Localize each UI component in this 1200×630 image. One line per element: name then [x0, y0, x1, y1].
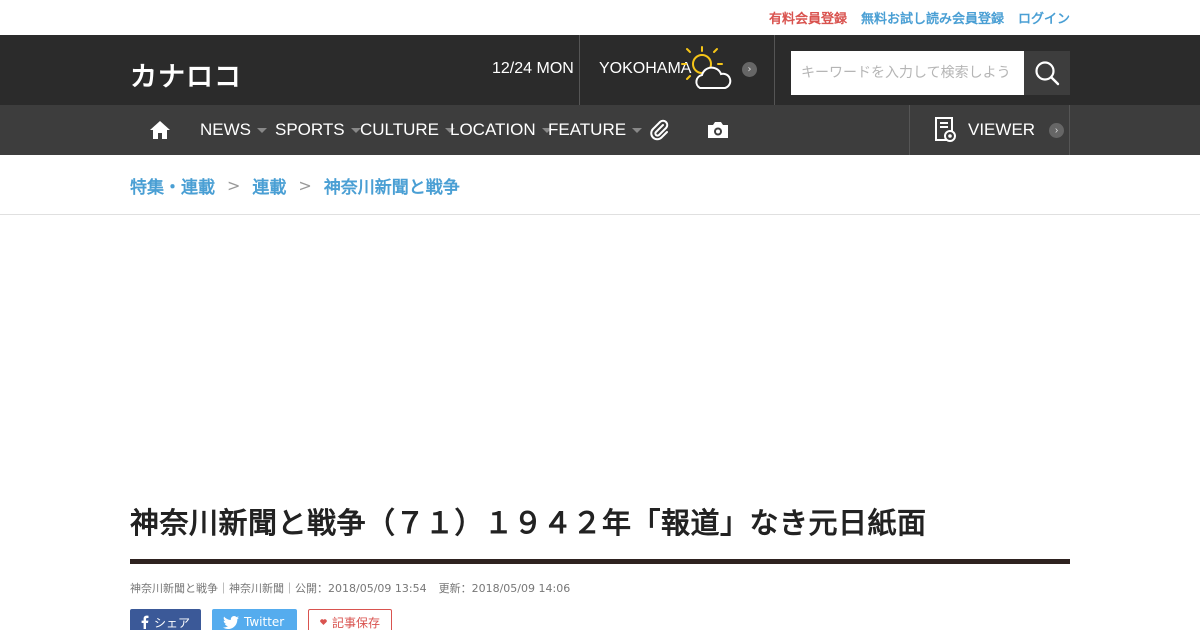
- article-meta: 神奈川新聞と戦争｜神奈川新聞｜公開：2018/05/09 13:54 更新：20…: [130, 580, 1070, 596]
- search-button[interactable]: [1024, 51, 1070, 95]
- search-input[interactable]: [791, 51, 1024, 95]
- twitter-bird-icon: [223, 615, 239, 629]
- header-divider: [579, 35, 580, 105]
- heart-icon: [320, 619, 327, 625]
- article-updated: 更新：2018/05/09 14:06: [438, 582, 571, 595]
- nav-location[interactable]: LOCATION: [450, 105, 552, 155]
- top-utility-bar: 有料会員登録 無料お試し読み会員登録 ログイン: [0, 0, 1200, 35]
- nav-sports-label: SPORTS: [275, 120, 345, 139]
- article-source: 神奈川新聞と戦争｜神奈川新聞｜公開：2018/05/09 13:54: [130, 582, 427, 595]
- paperclip-icon: [650, 119, 669, 141]
- search-icon: [1035, 61, 1060, 86]
- facebook-icon: [141, 615, 149, 629]
- title-divider: [130, 559, 1070, 564]
- clip-link[interactable]: [649, 105, 669, 155]
- article-header: 神奈川新聞と戦争（７１）１９４２年「報道」なき元日紙面 神奈川新聞と戦争｜神奈川…: [130, 505, 1070, 630]
- breadcrumb: 特集・連載 > 連載 > 神奈川新聞と戦争: [0, 155, 1200, 215]
- camera-icon: [708, 122, 728, 138]
- nav-feature-label: FEATURE: [548, 120, 627, 139]
- share-buttons: シェア Twitter 記事保存: [130, 609, 1070, 630]
- search-box: [791, 51, 1070, 95]
- viewer-label: VIEWER: [968, 120, 1036, 139]
- current-date: 12/24 MON: [492, 60, 574, 77]
- home-link[interactable]: [149, 105, 171, 155]
- breadcrumb-current[interactable]: 神奈川新聞と戦争: [324, 173, 460, 198]
- nav-sports[interactable]: SPORTS: [275, 105, 361, 155]
- nav-feature[interactable]: FEATURE: [548, 105, 643, 155]
- facebook-share-button[interactable]: シェア: [130, 609, 201, 630]
- ad-space: [0, 215, 1200, 505]
- nav-culture-label: CULTURE: [360, 120, 440, 139]
- facebook-share-label: シェア: [153, 615, 190, 630]
- newspaper-viewer-icon: [935, 117, 956, 142]
- paid-signup-link[interactable]: 有料会員登録: [769, 8, 847, 27]
- login-link[interactable]: ログイン: [1018, 8, 1070, 27]
- home-icon: [150, 121, 170, 139]
- twitter-share-label: Twitter: [244, 615, 285, 629]
- breadcrumb-features[interactable]: 特集・連載: [130, 173, 215, 198]
- weather-more-button[interactable]: ›: [742, 62, 757, 77]
- save-article-label: 記事保存: [331, 615, 380, 630]
- nav-culture[interactable]: CULTURE: [360, 105, 456, 155]
- breadcrumb-separator: >: [227, 175, 241, 195]
- breadcrumb-separator: >: [298, 175, 312, 195]
- photo-link[interactable]: [706, 105, 730, 155]
- save-article-button[interactable]: 記事保存: [308, 609, 392, 630]
- sun-behind-cloud-icon: [681, 46, 732, 89]
- trial-signup-link[interactable]: 無料お試し読み会員登録: [861, 8, 1004, 27]
- nav-news[interactable]: NEWS: [200, 105, 267, 155]
- site-logo[interactable]: カナロコ: [130, 55, 242, 94]
- site-header: カナロコ 12/24 MON YOKOHAMA ›: [0, 35, 1200, 105]
- viewer-link[interactable]: VIEWER ›: [909, 105, 1070, 155]
- chevron-right-icon: ›: [1049, 122, 1065, 138]
- chevron-down-icon: [257, 127, 267, 133]
- nav-news-label: NEWS: [200, 120, 251, 139]
- chevron-down-icon: [632, 127, 643, 133]
- breadcrumb-series[interactable]: 連載: [252, 173, 286, 198]
- header-divider: [774, 35, 775, 105]
- twitter-share-button[interactable]: Twitter: [212, 609, 297, 630]
- nav-location-label: LOCATION: [450, 120, 536, 139]
- main-nav: NEWS SPORTS CULTURE LOCATION FEATURE VIE…: [0, 105, 1200, 155]
- article-title: 神奈川新聞と戦争（７１）１９４２年「報道」なき元日紙面: [130, 506, 927, 540]
